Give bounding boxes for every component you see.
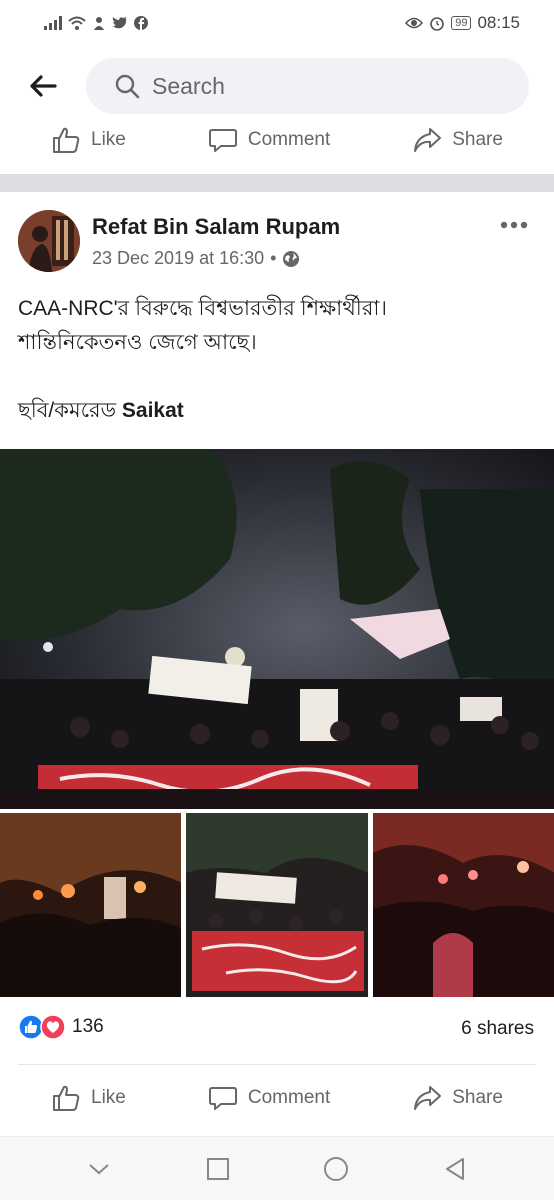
thumbs-up-icon xyxy=(53,1085,80,1111)
search-placeholder: Search xyxy=(152,72,225,99)
post-actions: Like Comment Share xyxy=(0,1072,554,1124)
photo-credit-prefix: ছবি/কমরেড xyxy=(18,399,122,422)
banner-photo xyxy=(186,813,368,997)
search-input[interactable]: Search xyxy=(86,58,529,114)
torch-photo-1 xyxy=(0,813,182,997)
post-header: Refat Bin Salam Rupam 23 Dec 2019 at 16:… xyxy=(0,200,554,280)
like-button[interactable]: Like xyxy=(39,119,138,161)
triangle-back-icon xyxy=(445,1157,464,1180)
nav-home-button[interactable] xyxy=(314,1147,358,1191)
status-icons-left xyxy=(44,16,148,30)
photo-credit-name[interactable]: Saikat xyxy=(122,399,184,422)
protest-photo-main xyxy=(0,449,554,809)
reaction-summary[interactable]: 136 xyxy=(18,1014,104,1040)
status-time: 08:15 xyxy=(477,13,520,32)
comment-label: Comment xyxy=(247,1087,331,1108)
nav-down-button[interactable] xyxy=(77,1147,121,1191)
back-button[interactable] xyxy=(0,56,86,116)
post-text-line: CAA-NRC'র বিরুদ্ধে বিশ্বভারতীর শিক্ষার্থ… xyxy=(18,297,387,320)
share-label: Share xyxy=(452,1087,503,1108)
share-label: Share xyxy=(452,129,503,150)
comment-button[interactable]: Comment xyxy=(196,1077,342,1119)
post-text: CAA-NRC'র বিরুদ্ধে বিশ্বভারতীর শিক্ষার্থ… xyxy=(18,292,538,428)
actions-divider xyxy=(18,1064,536,1065)
nav-recents-button[interactable] xyxy=(196,1147,240,1191)
signal-icon xyxy=(44,16,62,30)
twitter-icon xyxy=(112,17,128,29)
like-label: Like xyxy=(91,129,126,150)
notification-app-icon xyxy=(94,17,104,30)
reaction-count: 136 xyxy=(72,1016,104,1037)
previous-post-actions: Like Comment Share xyxy=(0,114,554,166)
status-bar: 99 08:15 xyxy=(0,0,554,46)
more-options-button[interactable] xyxy=(500,208,528,236)
comment-icon xyxy=(208,1087,237,1110)
post-photo-grid xyxy=(0,813,554,997)
author-name[interactable]: Refat Bin Salam Rupam xyxy=(92,214,340,240)
share-button[interactable]: Share xyxy=(400,119,515,161)
post-photo-thumb[interactable] xyxy=(186,813,368,997)
chevron-down-icon xyxy=(89,1163,109,1174)
thumbs-up-icon xyxy=(53,127,80,153)
nav-back-button[interactable] xyxy=(433,1147,477,1191)
share-button[interactable]: Share xyxy=(400,1077,515,1119)
like-button[interactable]: Like xyxy=(39,1077,138,1119)
back-arrow-icon xyxy=(30,75,57,97)
circle-icon xyxy=(324,1156,349,1181)
alarm-icon xyxy=(430,17,445,31)
facebook-icon xyxy=(134,16,148,30)
comment-button[interactable]: Comment xyxy=(196,119,342,161)
post-photo-main[interactable] xyxy=(0,449,554,809)
photo-credit: ছবি/কমরেড Saikat xyxy=(18,394,538,428)
share-icon xyxy=(414,1086,442,1110)
love-reaction-icon xyxy=(40,1014,66,1040)
torch-photo-2 xyxy=(372,813,554,997)
search-row: Search xyxy=(0,56,554,116)
post-meta: 23 Dec 2019 at 16:30 • xyxy=(92,248,300,269)
wifi-icon xyxy=(68,16,86,30)
globe-icon xyxy=(283,250,300,267)
post-timestamp[interactable]: 23 Dec 2019 at 16:30 xyxy=(92,248,264,269)
post-text-line: শান্তিনিকেতনও জেগে আছে। xyxy=(18,331,257,354)
post-text-gap xyxy=(18,360,538,394)
feed-divider xyxy=(0,174,554,192)
square-icon xyxy=(206,1157,229,1180)
post-photo-thumb[interactable] xyxy=(372,813,554,997)
eye-comfort-icon xyxy=(405,17,424,29)
system-nav-bar xyxy=(0,1136,554,1200)
post-photo-thumb[interactable] xyxy=(0,813,182,997)
comment-icon xyxy=(208,129,237,152)
avatar[interactable] xyxy=(18,210,80,272)
like-label: Like xyxy=(91,1087,126,1108)
share-icon xyxy=(414,128,442,152)
comment-label: Comment xyxy=(247,129,331,150)
shares-count[interactable]: 6 shares xyxy=(461,1018,534,1040)
meta-separator: • xyxy=(270,248,277,268)
search-icon xyxy=(115,74,140,99)
avatar-image xyxy=(18,210,80,272)
battery-icon: 99 xyxy=(451,16,472,30)
more-icon xyxy=(500,221,528,229)
status-icons-right: 99 08:15 xyxy=(405,13,520,33)
